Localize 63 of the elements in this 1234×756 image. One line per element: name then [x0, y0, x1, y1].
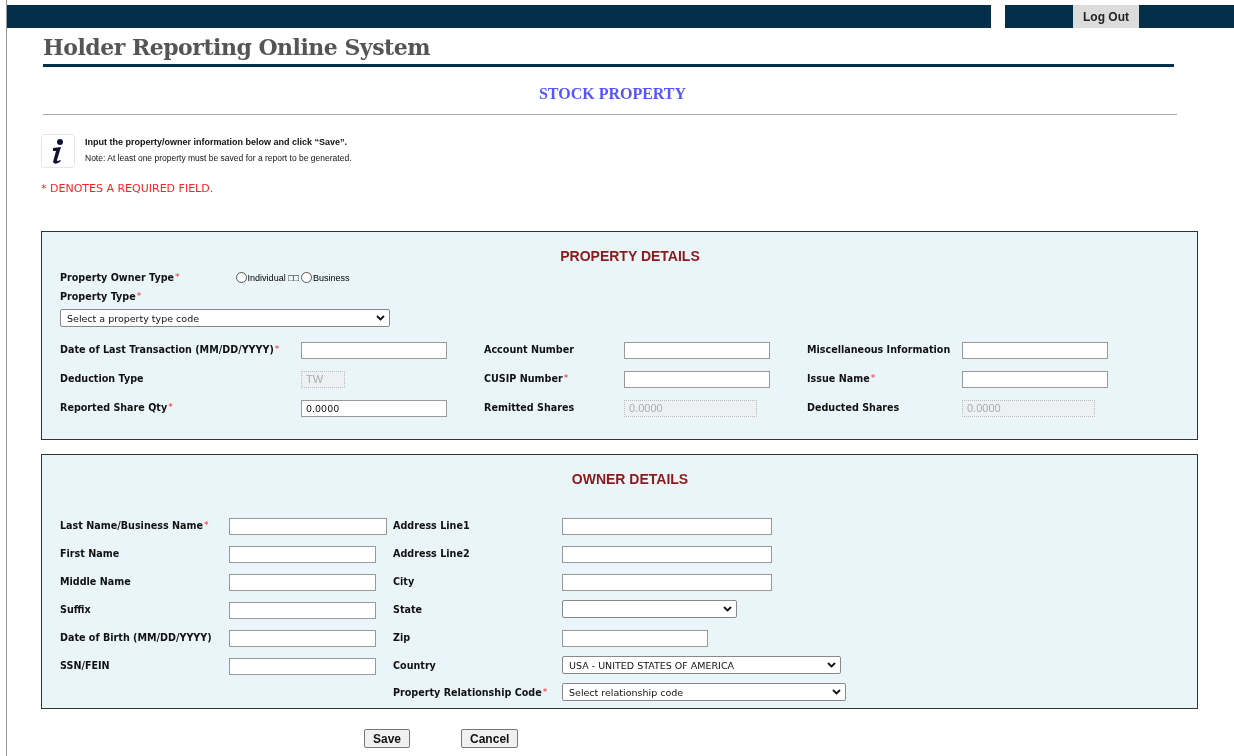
field-label: Deducted Shares [807, 401, 901, 413]
field-label: State [393, 603, 424, 615]
caret-icon [832, 689, 841, 695]
caret-icon [827, 662, 836, 668]
field-label: City [393, 575, 416, 587]
text-field[interactable] [229, 630, 376, 647]
note-text: Note: At least one property must be saved for a report to be generated. [85, 153, 352, 163]
field-label: Date of Last Transaction (MM/DD/YYYY)* [60, 343, 281, 355]
text-field[interactable] [301, 342, 447, 359]
field-label: SSN/FEIN [60, 659, 111, 671]
field-label: Address Line1 [393, 519, 471, 531]
text-field[interactable] [962, 342, 1108, 359]
field-label: CUSIP Number* [484, 372, 570, 384]
text-field[interactable] [562, 546, 772, 563]
site-title: Holder Reporting Online System [43, 34, 1174, 67]
instruction-text: Input the property/owner information below and click “Save”. [85, 137, 349, 147]
select-field[interactable]: Select a property type code [60, 309, 390, 327]
text-field[interactable] [962, 371, 1108, 388]
select-field[interactable] [562, 600, 737, 618]
field-label: Address Line2 [393, 547, 471, 559]
select-field[interactable]: USA - UNITED STATES OF AMERICA [562, 656, 841, 674]
text-field[interactable] [562, 630, 708, 647]
select-field[interactable]: Select relationship code [562, 683, 846, 701]
text-field[interactable]: 0.0000 [301, 400, 447, 417]
field-label: Property Owner Type* [60, 272, 180, 283]
page-heading: STOCK PROPERTY [537, 85, 688, 103]
info-icon [41, 134, 75, 168]
text-field[interactable] [229, 518, 387, 535]
panel-heading: OWNER DETAILS [570, 471, 690, 487]
panel-heading: PROPERTY DETAILS [559, 248, 701, 264]
radio-label: Individual □□ [247, 272, 299, 283]
field-label: Remitted Shares [484, 401, 576, 413]
text-field[interactable] [562, 518, 772, 535]
caret-icon [376, 315, 385, 321]
text-field[interactable] [229, 658, 376, 675]
field-label: Issue Name* [807, 372, 877, 384]
field-label: Country [393, 659, 437, 671]
field-label: Miscellaneous Information [807, 343, 952, 355]
text-field[interactable] [562, 574, 772, 591]
field-label: Zip [393, 631, 412, 643]
radio-button[interactable] [301, 272, 312, 283]
field-label: First Name [60, 547, 121, 559]
text-field[interactable] [624, 342, 770, 359]
field-label: Deduction Type [60, 372, 145, 384]
field-label: Account Number [484, 343, 575, 355]
form-button[interactable]: Save [364, 729, 411, 748]
field-label: Last Name/Business Name* [60, 519, 210, 531]
field-label: Property Relationship Code* [393, 686, 549, 698]
radio-label: Business [313, 272, 350, 283]
field-label: Property Type* [60, 291, 142, 302]
text-field[interactable] [624, 371, 770, 388]
radio-button[interactable] [235, 272, 247, 283]
form-button[interactable]: Cancel [461, 729, 519, 748]
text-field[interactable] [229, 602, 376, 619]
text-field[interactable] [229, 546, 376, 563]
field-label: Middle Name [60, 575, 132, 587]
field-label: Date of Birth (MM/DD/YYYY) [60, 631, 213, 643]
text-field[interactable] [229, 574, 376, 591]
required-legend: * DENOTES A REQUIRED FIELD. [41, 182, 1234, 195]
logout-button[interactable]: Log Out [1073, 5, 1139, 28]
caret-icon [723, 606, 732, 612]
field-label: Suffix [60, 603, 92, 615]
field-label: Reported Share Qty* [60, 401, 174, 413]
